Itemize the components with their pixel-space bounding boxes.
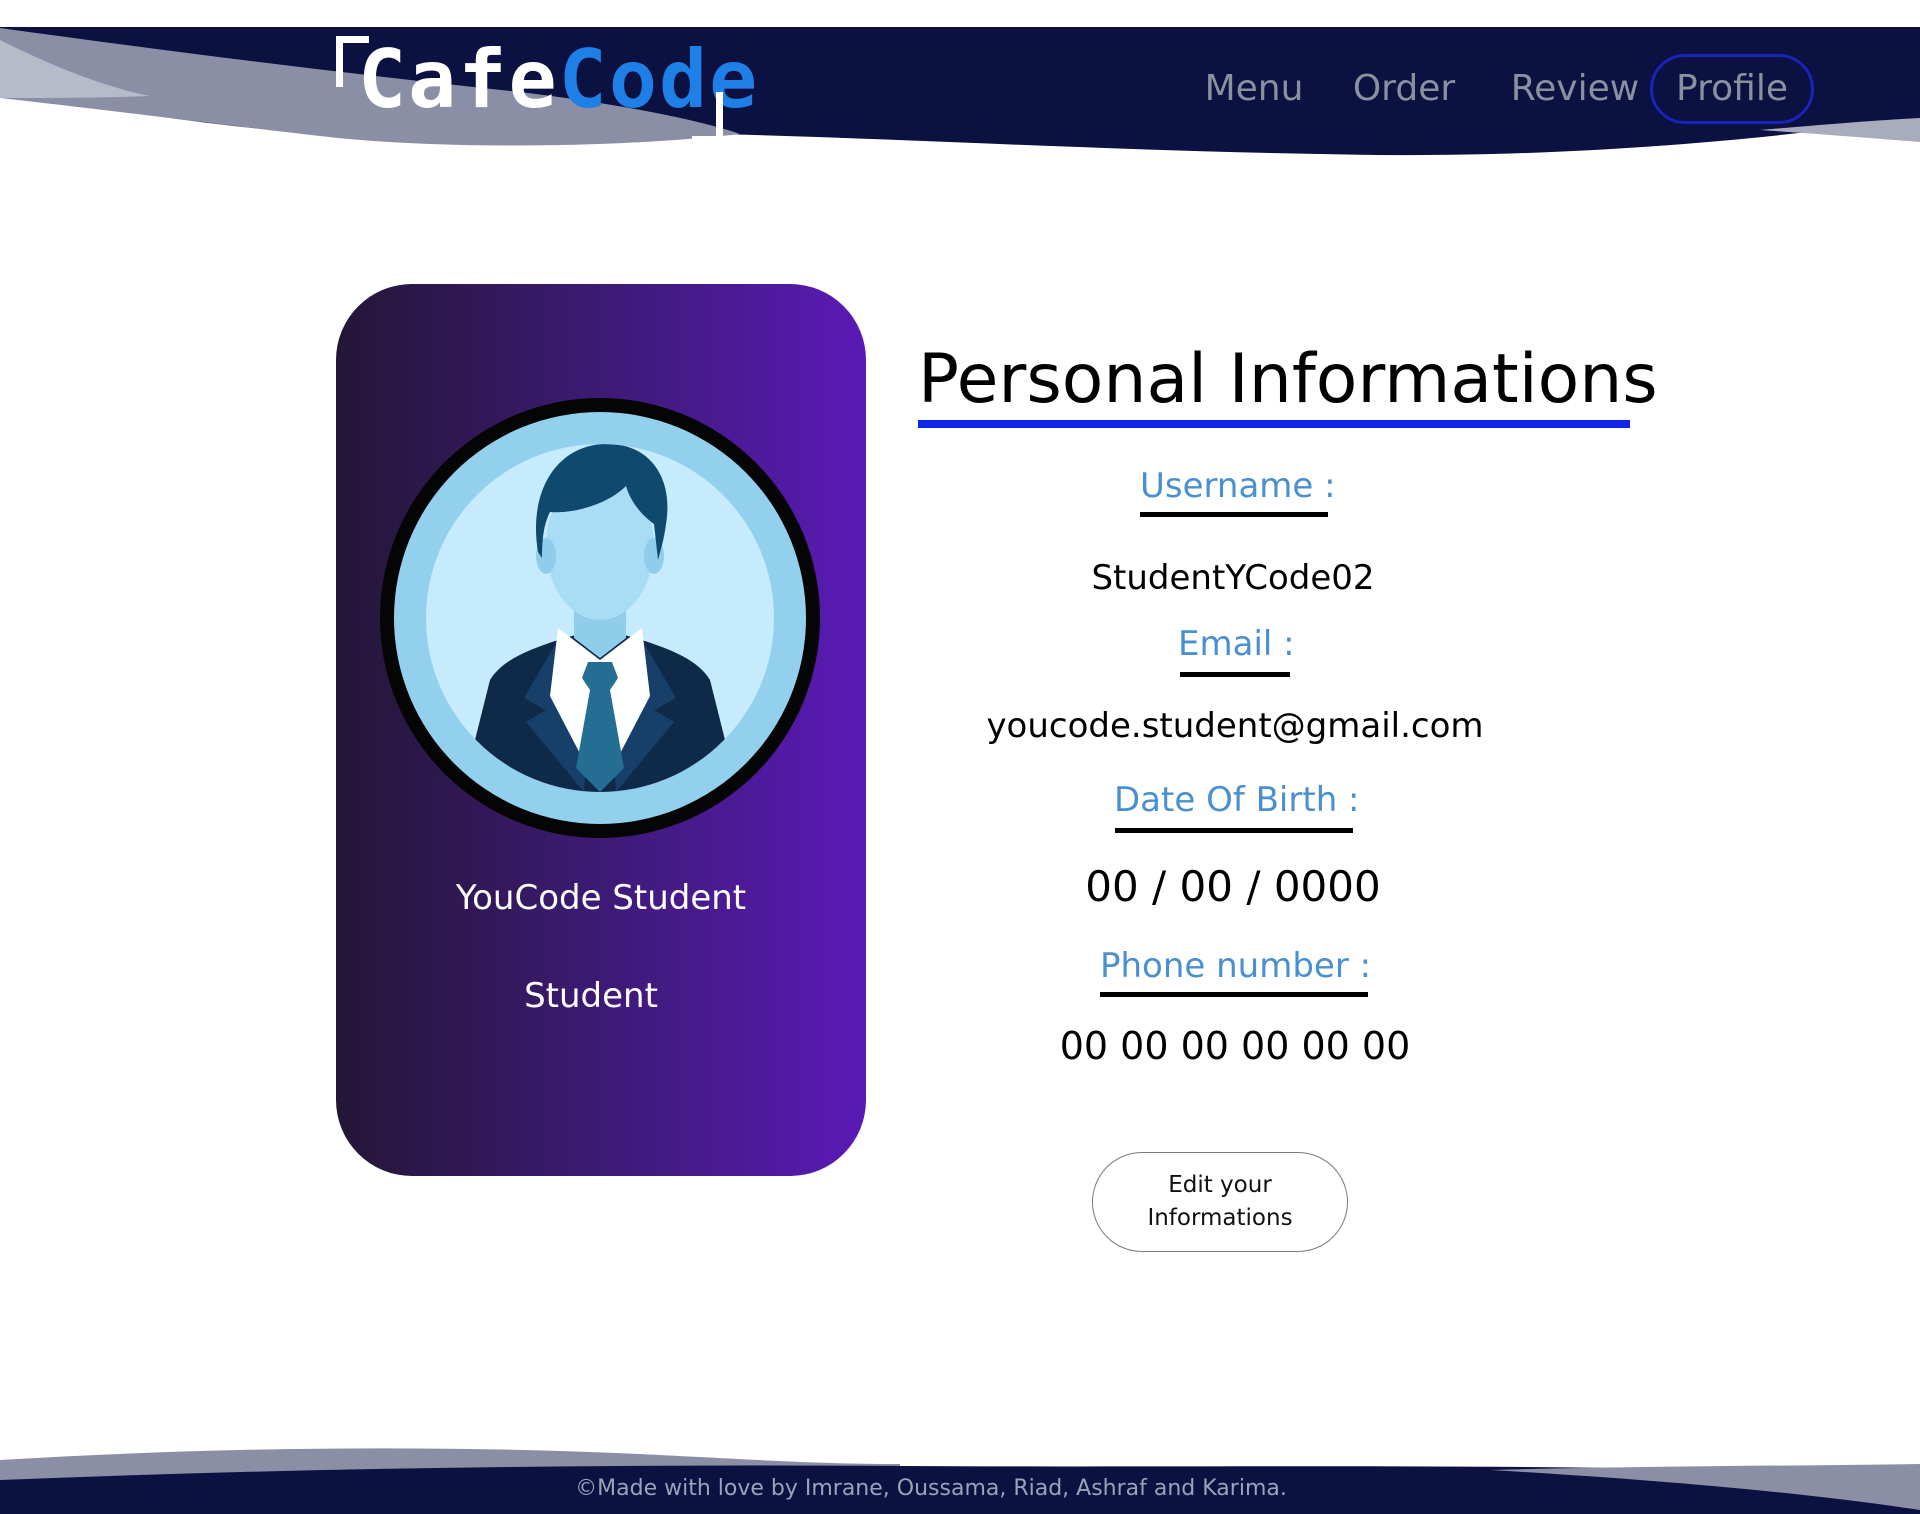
username-value: StudentYCode02 [1091,558,1375,598]
user-avatar-icon [380,398,820,838]
logo-word-cafe: Cafe [358,33,559,126]
logo-word-code: Code [558,33,760,126]
dob-label-underline [1115,828,1353,833]
title-underline [918,420,1630,428]
footer-credits: ©Made with love by Imrane, Oussama, Riad… [575,1476,1287,1501]
phone-value: 00 00 00 00 00 00 [1059,1024,1411,1068]
phone-label-underline [1100,992,1368,997]
nav-item-profile[interactable]: Profile [1650,54,1814,124]
cafecode-logo[interactable]: CafeCode [330,32,757,143]
email-value: youcode.student@gmail.com [986,706,1484,746]
edit-info-button[interactable]: Edit your Informations [1092,1152,1348,1252]
nav-item-menu[interactable]: Menu [1200,54,1308,124]
profile-card: YouCode Student Student [336,284,866,1176]
email-label-underline [1180,672,1290,677]
page: CafeCode Menu Order Review Profile YouCo… [0,0,1920,1514]
edit-info-button-label: Edit your Informations [1147,1172,1293,1231]
email-label: Email : [1178,624,1295,664]
profile-name: YouCode Student [455,878,747,918]
logo-bracket-bottom-right [692,92,723,143]
dob-label: Date Of Birth : [1114,780,1360,820]
dob-value: 00 / 00 / 0000 [1085,862,1381,911]
nav-item-review[interactable]: Review [1510,54,1640,124]
username-label: Username : [1140,466,1336,506]
phone-label: Phone number : [1100,946,1372,986]
username-label-underline [1140,512,1328,517]
nav-item-order[interactable]: Order [1344,54,1464,124]
profile-role: Student [524,976,658,1016]
main-nav: Menu Order Review Profile [1180,54,1820,124]
personal-info-title: Personal Informations [918,340,1658,419]
